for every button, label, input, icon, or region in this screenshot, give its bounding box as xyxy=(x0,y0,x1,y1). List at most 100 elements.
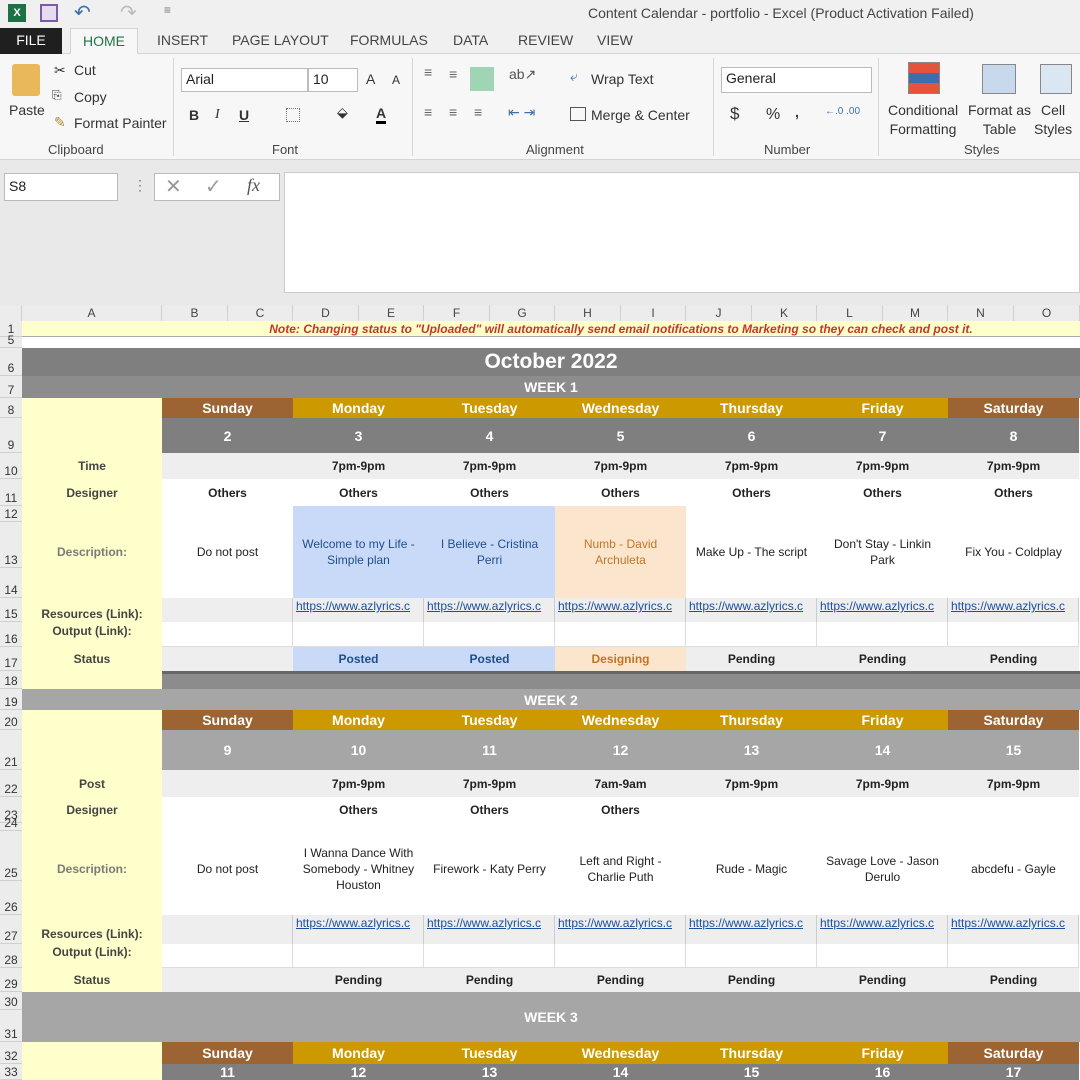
enter-icon[interactable]: ✓ xyxy=(205,174,222,199)
wrap-text-button[interactable]: Wrap Text xyxy=(591,71,654,87)
time-cell[interactable]: 7pm-9pm xyxy=(424,770,555,797)
row-header[interactable]: 24 xyxy=(0,816,22,831)
time-cell[interactable]: 7pm-9pm xyxy=(293,453,424,479)
row-header[interactable]: 5 xyxy=(0,333,22,348)
description-cell[interactable]: I Believe - Cristina Perri xyxy=(424,506,555,598)
save-icon[interactable] xyxy=(40,4,58,22)
row-header[interactable]: 19 xyxy=(0,689,22,710)
time-cell[interactable]: 7pm-9pm xyxy=(948,770,1079,797)
status-cell[interactable] xyxy=(162,968,293,992)
format-painter-button[interactable]: Format Painter xyxy=(74,115,167,131)
designer-cell[interactable]: Others xyxy=(424,479,555,506)
column-header-E[interactable]: E xyxy=(359,305,424,321)
column-header-C[interactable]: C xyxy=(228,305,293,321)
status-cell[interactable]: Pending xyxy=(555,968,686,992)
description-cell[interactable]: Welcome to my Life - Simple plan xyxy=(293,506,424,598)
output-link-cell[interactable] xyxy=(293,944,424,968)
row-header[interactable]: 16 xyxy=(0,622,22,647)
resource-link[interactable]: https://www.azlyrics.c xyxy=(948,598,1079,622)
time-cell[interactable] xyxy=(162,453,293,479)
cancel-icon[interactable]: ✕ xyxy=(165,174,182,199)
time-cell[interactable]: 7pm-9pm xyxy=(686,770,817,797)
number-format-select[interactable]: General xyxy=(721,67,872,93)
shrink-font-button[interactable]: A xyxy=(392,73,400,87)
cut-button[interactable]: Cut xyxy=(74,62,96,78)
resource-link[interactable]: https://www.azlyrics.c xyxy=(424,598,555,622)
font-size-select[interactable]: 10 xyxy=(308,68,358,92)
status-cell[interactable]: Pending xyxy=(948,647,1079,671)
resource-link[interactable]: https://www.azlyrics.c xyxy=(817,915,948,944)
undo-icon[interactable]: ↶ xyxy=(74,0,91,25)
bold-button[interactable]: B xyxy=(189,107,199,123)
row-header[interactable]: 17 xyxy=(0,647,22,671)
row-header[interactable]: 6 xyxy=(0,348,22,376)
row-header[interactable]: 21 xyxy=(0,730,22,770)
column-header-K[interactable]: K xyxy=(752,305,817,321)
designer-cell[interactable]: Others xyxy=(948,479,1079,506)
row-header[interactable]: 26 xyxy=(0,881,22,915)
status-cell[interactable]: Pending xyxy=(686,968,817,992)
output-link-cell[interactable] xyxy=(686,622,817,647)
output-link-cell[interactable] xyxy=(424,944,555,968)
row-header[interactable]: 27 xyxy=(0,915,22,944)
middle-align-icon[interactable]: ≡ xyxy=(449,66,457,82)
status-cell[interactable]: Pending xyxy=(293,968,424,992)
name-box[interactable]: S8 xyxy=(4,173,118,201)
format-painter-icon[interactable]: ✎ xyxy=(54,114,66,131)
row-header[interactable]: 11 xyxy=(0,479,22,506)
row-header[interactable]: 29 xyxy=(0,968,22,992)
status-cell[interactable]: Pending xyxy=(948,968,1079,992)
decimal-icons[interactable]: ←.0 .00 xyxy=(825,106,860,117)
status-cell[interactable] xyxy=(162,647,293,671)
fill-color-icon[interactable]: ⬙ xyxy=(337,104,348,121)
currency-button[interactable]: $ xyxy=(730,104,739,124)
time-cell[interactable]: 7pm-9pm xyxy=(817,770,948,797)
description-cell[interactable]: Do not post xyxy=(162,506,293,598)
output-link-cell[interactable] xyxy=(817,622,948,647)
merge-center-button[interactable]: Merge & Center xyxy=(591,107,690,123)
description-cell[interactable]: Don't Stay - Linkin Park xyxy=(817,506,948,598)
description-cell[interactable]: Firework - Katy Perry xyxy=(424,823,555,915)
row-header[interactable]: 18 xyxy=(0,671,22,689)
status-cell[interactable]: Pending xyxy=(686,647,817,671)
formula-input[interactable] xyxy=(284,172,1080,293)
designer-cell[interactable] xyxy=(817,797,948,823)
resource-link[interactable] xyxy=(162,598,293,622)
resource-link[interactable]: https://www.azlyrics.c xyxy=(817,598,948,622)
top-align-icon[interactable]: ≡ xyxy=(424,64,432,80)
cut-icon[interactable]: ✂ xyxy=(54,62,66,79)
time-cell[interactable]: 7pm-9pm xyxy=(948,453,1079,479)
output-link-cell[interactable] xyxy=(555,622,686,647)
output-link-cell[interactable] xyxy=(817,944,948,968)
resource-link[interactable] xyxy=(162,915,293,944)
column-header-B[interactable]: B xyxy=(162,305,228,321)
description-cell[interactable]: Rude - Magic xyxy=(686,823,817,915)
time-cell[interactable] xyxy=(162,770,293,797)
tab-formulas[interactable]: FORMULAS xyxy=(338,28,440,54)
indent-icons[interactable]: ⇤ ⇥ xyxy=(508,104,535,121)
resource-link[interactable]: https://www.azlyrics.c xyxy=(293,915,424,944)
cell-styles-button[interactable]: Cell Styles xyxy=(1034,101,1072,139)
tab-page-layout[interactable]: PAGE LAYOUT xyxy=(220,28,341,54)
row-header[interactable]: 13 xyxy=(0,522,22,568)
description-cell[interactable]: Savage Love - Jason Derulo xyxy=(817,823,948,915)
status-cell[interactable]: Posted xyxy=(424,647,555,671)
align-right-icon[interactable]: ≡ xyxy=(474,104,482,120)
row-header[interactable]: 32 xyxy=(0,1042,22,1064)
status-cell[interactable]: Pending xyxy=(817,647,948,671)
column-header-N[interactable]: N xyxy=(948,305,1014,321)
output-link-cell[interactable] xyxy=(293,622,424,647)
column-header-A[interactable]: A xyxy=(22,305,162,321)
designer-cell[interactable]: Others xyxy=(686,479,817,506)
status-cell[interactable]: Posted xyxy=(293,647,424,671)
italic-button[interactable]: I xyxy=(215,107,220,123)
copy-icon[interactable]: ⎘ xyxy=(52,88,62,103)
font-color-button[interactable]: A xyxy=(376,105,387,124)
output-link-cell[interactable] xyxy=(948,622,1079,647)
row-header[interactable]: 9 xyxy=(0,418,22,453)
column-header-M[interactable]: M xyxy=(883,305,948,321)
row-header[interactable]: 15 xyxy=(0,598,22,622)
paste-button[interactable]: Paste xyxy=(9,102,45,118)
column-header-I[interactable]: I xyxy=(621,305,686,321)
tab-review[interactable]: REVIEW xyxy=(506,28,585,54)
